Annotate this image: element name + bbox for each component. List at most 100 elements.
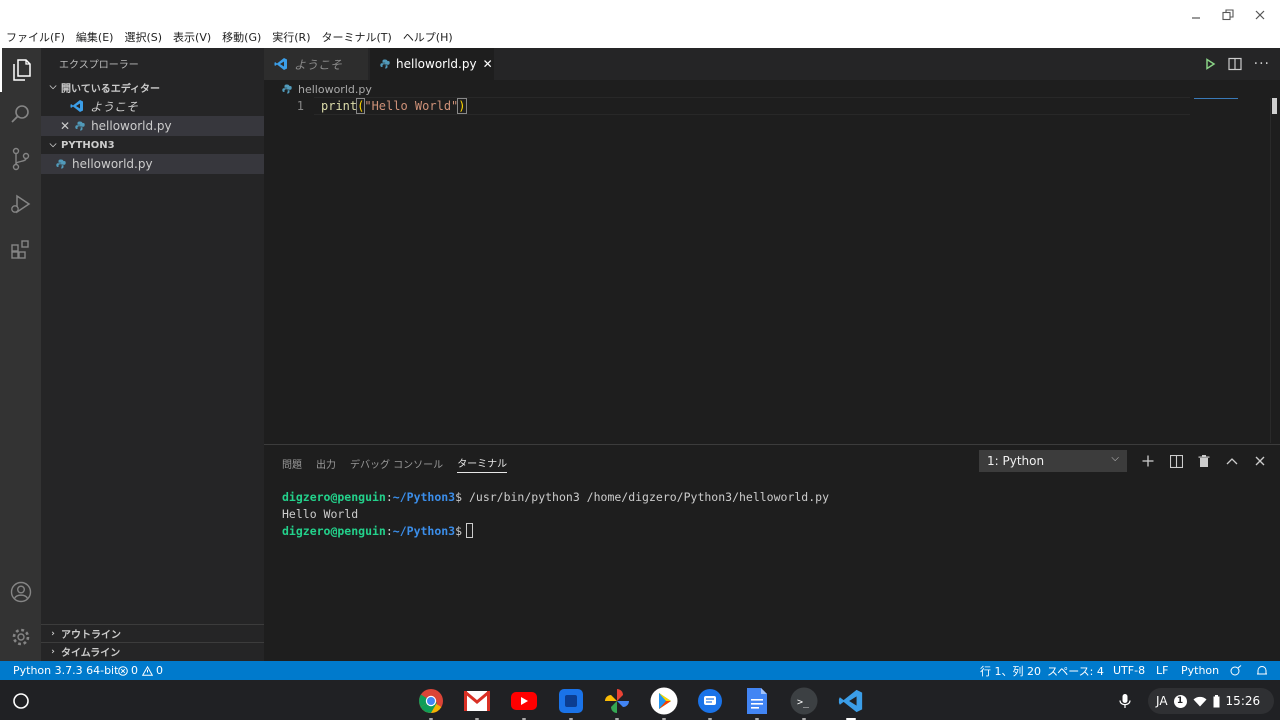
source-control-icon[interactable] xyxy=(0,137,41,181)
code-string: "Hello World" xyxy=(364,99,459,113)
file-label: helloworld.py xyxy=(72,157,153,171)
accounts-icon[interactable] xyxy=(0,570,41,614)
gmail-icon[interactable] xyxy=(462,686,492,720)
youtube-icon[interactable] xyxy=(509,686,539,720)
editor-actions: ··· xyxy=(1204,48,1270,80)
notifications-bell-icon[interactable] xyxy=(1256,661,1268,680)
svg-text:>_: >_ xyxy=(797,697,810,708)
warning-icon xyxy=(142,665,153,676)
extensions-icon[interactable] xyxy=(0,228,41,272)
open-editor-helloworld[interactable]: ✕ helloworld.py xyxy=(41,116,264,136)
code-line[interactable]: print("Hello World") xyxy=(321,97,467,115)
error-count: 0 xyxy=(131,664,138,677)
more-actions-icon[interactable]: ··· xyxy=(1254,56,1270,72)
window-controls xyxy=(1184,4,1272,26)
terminal-line: digzero@penguin:~/Python3$ xyxy=(282,523,829,540)
problems-status[interactable]: 0 0 xyxy=(118,661,163,680)
cursor-position[interactable]: 行 1、列 20 xyxy=(980,661,1041,680)
editor-tab-bar: ようこそ helloworld.py ✕ ··· xyxy=(264,48,1280,80)
tab-terminal[interactable]: ターミナル xyxy=(457,453,508,473)
open-editors-header[interactable]: ⌵ 開いているエディター xyxy=(41,78,264,96)
folder-python3-header[interactable]: ⌵ PYTHON3 xyxy=(41,136,264,154)
messages-icon[interactable] xyxy=(695,686,725,720)
menu-help[interactable]: ヘルプ(H) xyxy=(403,29,453,45)
terminal-path: ~/Python3 xyxy=(392,524,456,538)
terminal-select[interactable]: 1: Python ⌵ xyxy=(979,450,1127,472)
menu-file[interactable]: ファイル(F) xyxy=(6,29,65,45)
launcher-icon[interactable] xyxy=(6,686,36,716)
chevron-down-icon: ⌵ xyxy=(1111,453,1119,464)
tab-label: ようこそ xyxy=(294,57,343,72)
language-mode[interactable]: Python xyxy=(1181,661,1219,680)
timeline-header[interactable]: › タイムライン xyxy=(41,642,264,660)
timeline-label: タイムライン xyxy=(61,648,121,659)
terminal-icon[interactable]: >_ xyxy=(789,686,819,720)
outline-header[interactable]: › アウトライン xyxy=(41,624,264,642)
menu-edit[interactable]: 編集(E) xyxy=(76,29,114,45)
restore-button[interactable] xyxy=(1216,4,1240,26)
chrome-icon[interactable] xyxy=(416,686,446,720)
trash-icon[interactable] xyxy=(1196,453,1212,469)
terminal-output[interactable]: digzero@penguin:~/Python3$ /usr/bin/pyth… xyxy=(282,489,829,540)
battery-icon xyxy=(1213,694,1220,708)
terminal-colon: : xyxy=(385,490,393,504)
chromeos-shelf: >_ JA 1 15:26 xyxy=(0,680,1280,720)
feedback-icon[interactable] xyxy=(1230,661,1242,680)
split-terminal-icon[interactable] xyxy=(1168,453,1184,469)
close-panel-icon[interactable] xyxy=(1252,453,1268,469)
tab-debug-console[interactable]: デバッグ コンソール xyxy=(350,453,443,473)
tab-problems[interactable]: 問題 xyxy=(282,453,302,473)
python-icon xyxy=(56,159,66,169)
tab-output[interactable]: 出力 xyxy=(316,453,336,473)
photos-icon[interactable] xyxy=(602,686,632,720)
menu-run[interactable]: 実行(R) xyxy=(272,29,310,45)
terminal-line: digzero@penguin:~/Python3$ /usr/bin/pyth… xyxy=(282,489,829,506)
encoding[interactable]: UTF-8 xyxy=(1113,661,1145,680)
error-icon xyxy=(118,665,128,676)
end-of-line[interactable]: LF xyxy=(1156,661,1168,680)
status-tray[interactable]: JA 1 15:26 xyxy=(1148,688,1274,714)
tab-helloworld[interactable]: helloworld.py ✕ xyxy=(370,48,494,80)
close-icon[interactable]: ✕ xyxy=(483,57,493,71)
code-function: print xyxy=(321,99,358,113)
menu-go[interactable]: 移動(G) xyxy=(222,29,261,45)
minimize-button[interactable] xyxy=(1184,4,1208,26)
tasks-icon[interactable] xyxy=(556,686,586,720)
menu-bar: ファイル(F) 編集(E) 選択(S) 表示(V) 移動(G) 実行(R) ター… xyxy=(0,28,464,46)
close-window-button[interactable] xyxy=(1248,4,1272,26)
play-store-icon[interactable] xyxy=(649,686,679,720)
vscode-icon[interactable] xyxy=(836,686,866,720)
sidebar-title: エクスプローラー xyxy=(59,59,139,71)
docs-icon[interactable] xyxy=(742,686,772,720)
terminal-command: /usr/bin/python3 /home/digzero/Python3/h… xyxy=(462,490,829,504)
search-icon[interactable] xyxy=(0,92,41,136)
menu-selection[interactable]: 選択(S) xyxy=(124,29,162,45)
panel-actions xyxy=(1140,450,1268,472)
open-editor-label: helloworld.py xyxy=(91,119,172,133)
split-editor-icon[interactable] xyxy=(1228,57,1242,71)
new-terminal-icon[interactable] xyxy=(1140,453,1156,469)
terminal-path: ~/Python3 xyxy=(392,490,456,504)
indentation[interactable]: スペース: 4 xyxy=(1047,661,1104,680)
menu-view[interactable]: 表示(V) xyxy=(173,29,211,45)
tab-welcome[interactable]: ようこそ xyxy=(264,48,368,80)
open-editor-welcome[interactable]: ようこそ xyxy=(41,96,264,116)
file-helloworld[interactable]: helloworld.py xyxy=(41,154,264,174)
microphone-icon[interactable] xyxy=(1110,686,1140,716)
maximize-panel-icon[interactable] xyxy=(1224,453,1240,469)
run-python-file-icon[interactable] xyxy=(1204,58,1216,70)
close-icon[interactable]: ✕ xyxy=(60,119,70,133)
breadcrumb[interactable]: helloworld.py xyxy=(282,81,372,97)
code-editor[interactable]: 1 print("Hello World") xyxy=(264,97,1274,115)
explorer-icon[interactable] xyxy=(0,48,41,92)
editor-scrollbar[interactable] xyxy=(1272,98,1277,114)
menu-terminal[interactable]: ターミナル(T) xyxy=(322,29,392,45)
minimap-viewport[interactable] xyxy=(1194,98,1238,99)
settings-gear-icon[interactable] xyxy=(0,615,41,659)
terminal-output-line: Hello World xyxy=(282,507,359,521)
python-icon xyxy=(282,84,292,94)
breadcrumb-file[interactable]: helloworld.py xyxy=(298,83,372,96)
python-interpreter[interactable]: Python 3.7.3 64-bit xyxy=(13,661,118,680)
open-editor-label: ようこそ xyxy=(90,99,139,114)
run-debug-icon[interactable] xyxy=(0,182,41,226)
